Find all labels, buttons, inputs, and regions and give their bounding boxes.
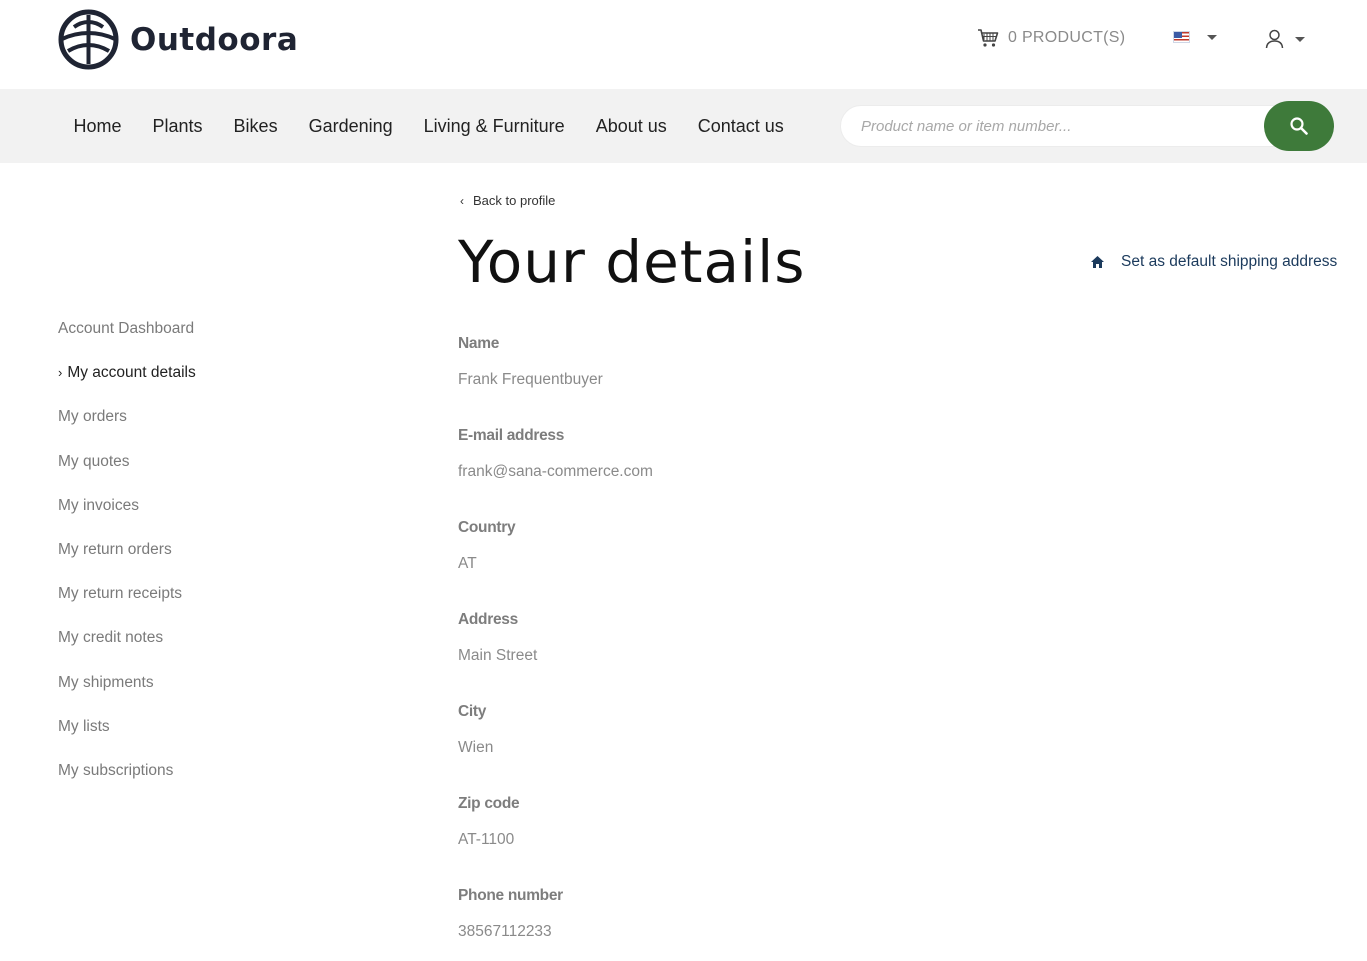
back-to-profile-link[interactable]: ‹ Back to profile <box>460 193 555 208</box>
chevron-down-icon <box>1295 36 1305 42</box>
field-value: frank@sana-commerce.com <box>458 463 653 480</box>
search-input[interactable] <box>840 105 1300 147</box>
sidebar-item-account-dashboard[interactable]: Account Dashboard <box>58 316 196 360</box>
detail-field-zip-code: Zip code AT-1100 <box>458 792 653 884</box>
chevron-right-icon: › <box>58 365 63 381</box>
sidebar-item-my-invoices[interactable]: My invoices <box>58 493 196 537</box>
field-value: Wien <box>458 739 494 756</box>
sidebar-item-label: My account details <box>67 364 196 382</box>
chevron-left-icon: ‹ <box>460 193 464 208</box>
brand-name: Outdoora <box>130 21 299 58</box>
page-title: Your details <box>458 228 806 296</box>
sidebar-item-my-quotes[interactable]: My quotes <box>58 449 196 493</box>
site-header: Outdoora 0 PRODUCT(S) <box>0 0 1367 89</box>
nav-item-plants[interactable]: Plants <box>137 116 218 137</box>
account-menu[interactable] <box>1265 29 1305 49</box>
nav-item-living-furniture[interactable]: Living & Furniture <box>408 116 580 137</box>
nav-item-bikes[interactable]: Bikes <box>218 116 293 137</box>
detail-field-phone-number: Phone number 38567112233 <box>458 884 653 961</box>
field-label: Country <box>458 519 516 536</box>
account-details: Name Frank Frequentbuyer E-mail address … <box>458 332 653 961</box>
logo[interactable]: Outdoora <box>58 9 298 70</box>
main-navigation: Home Plants Bikes Gardening Living & Fur… <box>58 89 799 163</box>
language-selector[interactable] <box>1173 31 1217 43</box>
detail-field-email: E-mail address frank@sana-commerce.com <box>458 424 653 516</box>
field-label: City <box>458 703 487 720</box>
back-to-profile-label: Back to profile <box>473 193 556 208</box>
field-value: AT <box>458 555 477 572</box>
search-button[interactable] <box>1264 101 1334 151</box>
sidebar-item-my-credit-notes[interactable]: My credit notes <box>58 625 196 669</box>
field-value: Main Street <box>458 647 538 664</box>
us-flag-icon <box>1173 31 1190 43</box>
field-value: 38567112233 <box>458 923 552 940</box>
nav-item-about-us[interactable]: About us <box>580 116 682 137</box>
sidebar-item-my-orders[interactable]: My orders <box>58 404 196 448</box>
sidebar-item-my-return-orders[interactable]: My return orders <box>58 537 196 581</box>
sidebar-item-my-account-details[interactable]: › My account details <box>58 360 196 404</box>
field-value: AT-1100 <box>458 831 515 848</box>
home-icon <box>1091 256 1104 268</box>
sidebar-item-my-subscriptions[interactable]: My subscriptions <box>58 758 196 802</box>
set-default-shipping-label: Set as default shipping address <box>1121 253 1338 270</box>
cart-icon <box>978 29 999 47</box>
nav-item-gardening[interactable]: Gardening <box>293 116 408 137</box>
sidebar-item-my-return-receipts[interactable]: My return receipts <box>58 581 196 625</box>
nav-item-contact-us[interactable]: Contact us <box>682 116 799 137</box>
account-sidebar: Account Dashboard › My account details My… <box>58 316 196 802</box>
detail-field-address: Address Main Street <box>458 608 653 700</box>
detail-field-city: City Wien <box>458 700 653 792</box>
detail-field-name: Name Frank Frequentbuyer <box>458 332 653 424</box>
nav-item-home[interactable]: Home <box>58 116 137 137</box>
chevron-down-icon <box>1207 34 1217 40</box>
field-label: Name <box>458 335 500 352</box>
sidebar-item-my-shipments[interactable]: My shipments <box>58 670 196 714</box>
search-icon <box>1290 117 1308 135</box>
field-label: Phone number <box>458 887 563 904</box>
cart-count-label: 0 PRODUCT(S) <box>1008 29 1126 46</box>
user-icon <box>1265 29 1284 49</box>
sidebar-item-my-lists[interactable]: My lists <box>58 714 196 758</box>
set-default-shipping-link[interactable]: Set as default shipping address <box>1090 253 1337 271</box>
cart-button[interactable]: 0 PRODUCT(S) <box>977 28 1125 48</box>
field-label: Address <box>458 611 518 628</box>
detail-field-country: Country AT <box>458 516 653 608</box>
field-value: Frank Frequentbuyer <box>458 371 603 388</box>
search-bar <box>840 101 1334 151</box>
field-label: Zip code <box>458 795 520 812</box>
field-label: E-mail address <box>458 427 565 444</box>
tree-logo-icon <box>58 9 119 70</box>
main-navigation-bar: Home Plants Bikes Gardening Living & Fur… <box>0 89 1367 163</box>
